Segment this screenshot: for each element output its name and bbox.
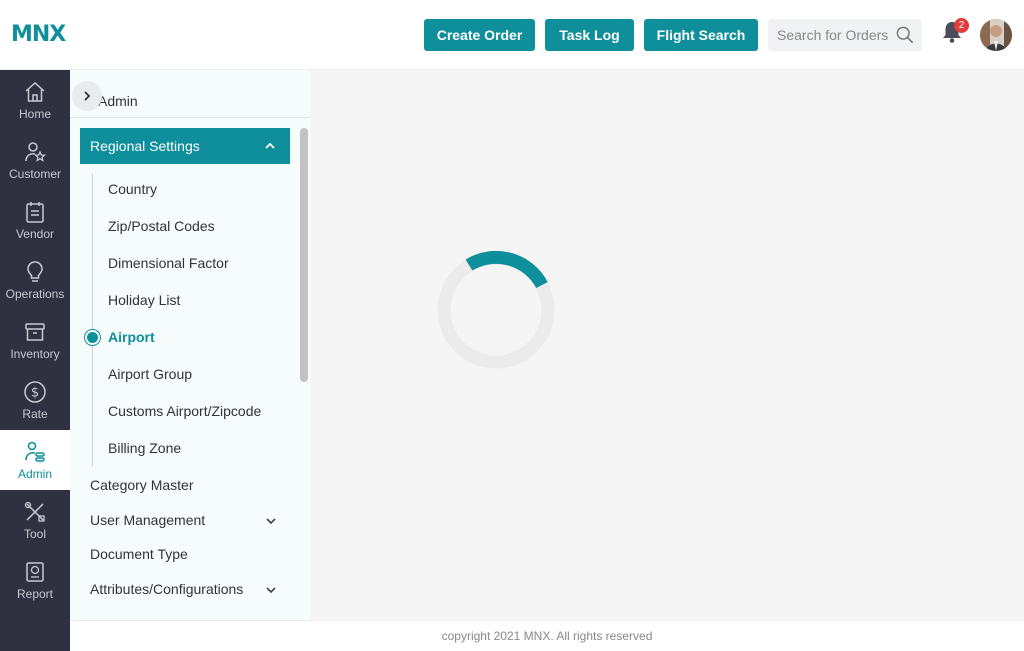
- admin-icon: [25, 441, 45, 462]
- menu-item-attributes-configurations[interactable]: Attributes/Configurations: [90, 581, 243, 597]
- nav-label: Tool: [23, 527, 46, 541]
- top-header: MNX Create Order Task Log Flight Search …: [0, 0, 1024, 70]
- main-nav-rail: Home Customer Vendor Operations Inventor…: [0, 70, 70, 651]
- nav-label: Customer: [8, 167, 61, 181]
- nav-admin[interactable]: Admin: [0, 430, 70, 490]
- menu-item-category-master[interactable]: Category Master: [90, 477, 193, 493]
- admin-submenu: Admin Regional Settings Country Zip/Post…: [70, 70, 310, 620]
- loading-spinner-icon: [437, 250, 555, 369]
- collapse-submenu-button[interactable]: [72, 81, 102, 111]
- nav-customer[interactable]: Customer: [0, 130, 70, 190]
- nav-label: Vendor: [15, 227, 55, 241]
- create-order-button[interactable]: Create Order: [424, 19, 535, 51]
- nav-label: Home: [18, 107, 51, 121]
- submenu-item-airport[interactable]: Airport: [108, 329, 155, 349]
- nav-label: Report: [16, 587, 54, 601]
- chevron-right-icon: [84, 91, 91, 101]
- submenu-item-holiday-list[interactable]: Holiday List: [108, 292, 180, 312]
- regional-settings-header[interactable]: Regional Settings: [80, 128, 290, 164]
- search-icon[interactable]: [896, 26, 914, 44]
- active-indicator-inner: [87, 332, 98, 343]
- avatar-image: [980, 19, 1012, 51]
- mnx-logo[interactable]: MNX: [11, 22, 66, 47]
- task-log-button[interactable]: Task Log: [545, 19, 634, 51]
- tools-icon: [24, 501, 45, 522]
- nav-label: Inventory: [10, 347, 60, 361]
- chevron-down-icon[interactable]: [265, 515, 277, 527]
- nav-inventory[interactable]: Inventory: [0, 310, 70, 370]
- nav-label: Admin: [17, 467, 52, 481]
- submenu-title: Admin: [98, 93, 138, 109]
- menu-item-user-management[interactable]: User Management: [90, 512, 205, 528]
- nav-home[interactable]: Home: [0, 70, 70, 130]
- report-icon: [26, 562, 44, 582]
- group-label: Regional Settings: [90, 138, 200, 154]
- nav-rate[interactable]: $ Rate: [0, 370, 70, 430]
- home-icon: [25, 81, 45, 102]
- nav-operations[interactable]: Operations: [0, 250, 70, 310]
- active-indicator-dot: [84, 329, 101, 346]
- submenu-item-billing-zone[interactable]: Billing Zone: [108, 440, 181, 460]
- copyright-text: copyright 2021 MNX. All rights reserved: [441, 629, 653, 643]
- menu-item-document-type[interactable]: Document Type: [90, 546, 188, 562]
- divider: [70, 117, 310, 118]
- search-input[interactable]: [777, 27, 895, 43]
- submenu-item-zip-postal-codes[interactable]: Zip/Postal Codes: [108, 218, 215, 238]
- search-box: [768, 19, 922, 51]
- customer-icon: [25, 142, 47, 162]
- nav-label: Rate: [22, 407, 48, 421]
- nav-report[interactable]: Report: [0, 550, 70, 610]
- lightbulb-icon: [27, 261, 43, 282]
- nav-label: Operations: [5, 287, 65, 301]
- chevron-down-icon[interactable]: [265, 584, 277, 596]
- main-content: [310, 70, 1024, 620]
- user-avatar[interactable]: [980, 19, 1012, 51]
- flight-search-button[interactable]: Flight Search: [644, 19, 758, 51]
- submenu-item-dimensional-factor[interactable]: Dimensional Factor: [108, 255, 229, 275]
- submenu-item-country[interactable]: Country: [108, 181, 157, 201]
- page-footer: copyright 2021 MNX. All rights reserved: [70, 620, 1024, 651]
- submenu-item-customs-airport-zipcode[interactable]: Customs Airport/Zipcode: [108, 403, 261, 423]
- notification-badge: 2: [954, 18, 969, 33]
- nav-tool[interactable]: Tool: [0, 490, 70, 550]
- submenu-item-airport-group[interactable]: Airport Group: [108, 366, 192, 386]
- archive-icon: [25, 323, 45, 341]
- vendor-icon: [26, 202, 44, 223]
- tree-line: [92, 174, 93, 466]
- nav-vendor[interactable]: Vendor: [0, 190, 70, 250]
- dollar-icon: $: [24, 381, 46, 403]
- scrollbar-thumb[interactable]: [300, 128, 308, 382]
- svg-text:$: $: [31, 386, 39, 401]
- chevron-up-icon: [265, 142, 275, 149]
